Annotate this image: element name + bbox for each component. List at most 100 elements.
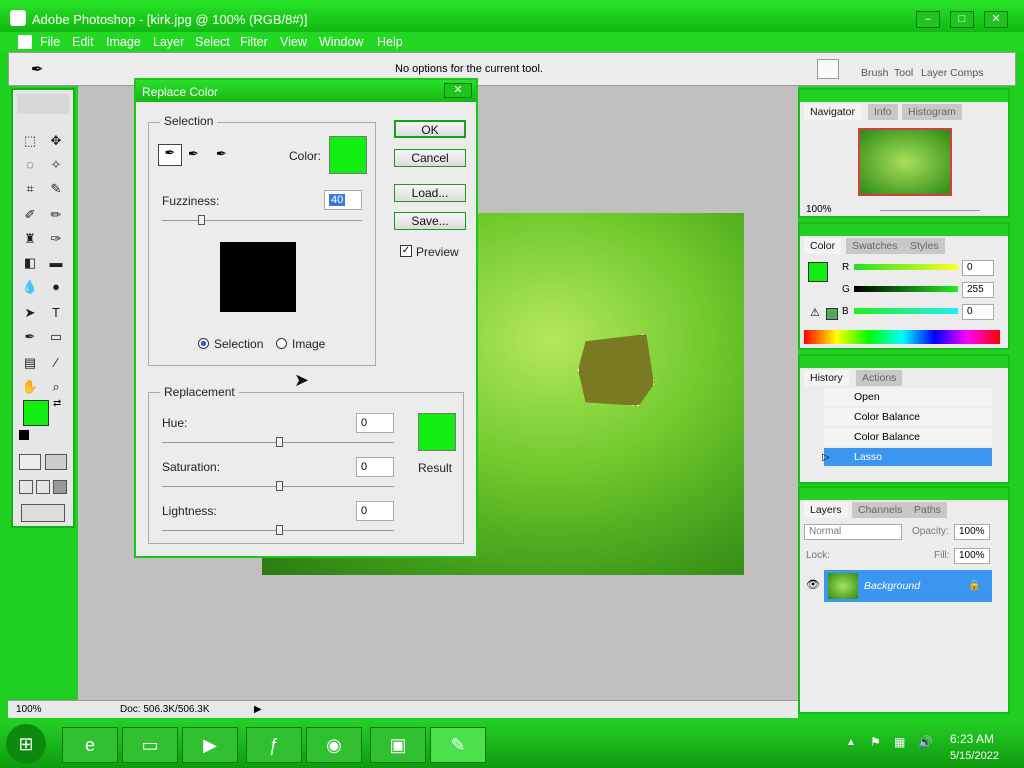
screen-mode-full-menu-icon[interactable] [36,480,50,494]
standard-mode-icon[interactable] [19,454,41,470]
move-tool-icon[interactable]: ✥ [45,130,67,152]
color-r-input[interactable]: 0 [962,260,994,276]
tab-navigator[interactable]: Navigator [804,104,861,120]
menu-filter[interactable]: Filter [240,35,268,49]
zoom-tool-icon[interactable]: ⌕ [45,376,67,398]
path-select-icon[interactable]: ➤ [19,302,41,324]
tab-swatches[interactable]: Swatches [846,238,904,254]
marquee-tool-icon[interactable]: ⬚ [19,130,41,152]
computer-taskbar-icon[interactable]: ▣ [370,727,426,763]
tab-layers[interactable]: Layers [804,502,848,518]
menu-view[interactable]: View [280,35,307,49]
fuzziness-slider-knob[interactable] [198,215,205,225]
slice-tool-icon[interactable]: ✎ [45,178,67,200]
imageready-jump-icon[interactable] [21,504,65,522]
navigator-zoom[interactable]: 100% [806,204,832,215]
navigator-thumbnail[interactable] [858,128,952,196]
type-tool-icon[interactable]: T [45,302,67,324]
stamp-tool-icon[interactable]: ♜ [19,228,41,250]
menu-layer[interactable]: Layer [153,35,184,49]
maximize-button[interactable]: □ [950,11,974,28]
lightness-slider-knob[interactable] [276,525,283,535]
blend-mode-select[interactable]: Normal [804,524,902,540]
color-g-input[interactable]: 255 [962,282,994,298]
foreground-color-swatch[interactable] [23,400,49,426]
dialog-close-button[interactable]: ✕ [444,83,472,98]
minimize-button[interactable]: – [916,11,940,28]
eyedropper-plus-icon[interactable]: ✒ [188,146,199,162]
tab-info[interactable]: Info [868,104,898,120]
close-button[interactable]: ✕ [984,11,1008,28]
opacity-input[interactable]: 100% [954,524,990,540]
default-colors-icon[interactable] [19,430,29,440]
menu-help[interactable]: Help [377,35,403,49]
tab-histogram[interactable]: Histogram [902,104,962,120]
ok-button[interactable]: OK [394,120,466,138]
color-b-input[interactable]: 0 [962,304,994,320]
media-player-taskbar-icon[interactable]: ▶ [182,727,238,763]
eye-icon[interactable]: 👁 [806,578,820,591]
status-menu-arrow-icon[interactable]: ▶ [254,704,262,715]
notes-tool-icon[interactable]: ▤ [19,352,41,374]
firefox-taskbar-icon[interactable]: ◉ [306,727,362,763]
menu-file[interactable]: File [40,35,60,49]
brush-tool-icon[interactable]: ✏ [45,204,67,226]
tab-styles[interactable]: Styles [904,238,945,254]
healing-brush-icon[interactable]: ✐ [19,204,41,226]
history-item-active[interactable]: Lasso [824,448,992,466]
preview-checkbox[interactable]: ✓ [400,245,412,257]
history-item[interactable]: Color Balance [824,428,992,446]
navigator-zoom-slider[interactable] [880,210,980,211]
history-item[interactable]: Open [824,388,992,406]
color-r-slider[interactable] [854,264,958,270]
color-g-slider[interactable] [854,286,958,292]
color-fg-swatch[interactable] [808,262,828,282]
tab-channels[interactable]: Channels [852,502,909,518]
photoshop-taskbar-icon[interactable]: ✎ [430,727,486,763]
volume-icon[interactable]: 🔊 [918,735,933,749]
color-swatch[interactable] [329,136,367,174]
eyedropper-icon[interactable]: ✒ [31,60,44,78]
tab-history[interactable]: History [804,370,849,386]
tab-paths[interactable]: Paths [908,502,947,518]
eyedropper-icon[interactable]: ✒ [158,144,182,166]
start-button[interactable]: ⊞ [6,724,46,764]
eraser-tool-icon[interactable]: ◧ [19,252,41,274]
history-item[interactable]: Color Balance [824,408,992,426]
pen-tool-icon[interactable]: ✒ [19,326,41,348]
hand-tool-icon[interactable]: ✋ [19,376,41,398]
tray-up-arrow-icon[interactable]: ▲ [846,737,856,748]
swap-colors-icon[interactable]: ⇄ [53,398,61,409]
action-center-icon[interactable]: ⚑ [870,735,881,749]
menu-image[interactable]: Image [106,35,141,49]
network-icon[interactable]: ▦ [894,735,905,749]
fill-input[interactable]: 100% [954,548,990,564]
palette-brush-tab[interactable]: Brush [861,67,888,79]
clock-date[interactable]: 5/15/2022 [950,750,999,762]
clock-time[interactable]: 6:23 AM [950,732,994,746]
shape-tool-icon[interactable]: ▭ [45,326,67,348]
status-zoom[interactable]: 100% [16,704,42,715]
menu-edit[interactable]: Edit [72,35,94,49]
eyedropper-tool-icon[interactable]: ⁄ [45,352,67,374]
save-button[interactable]: Save... [394,212,466,230]
quickmask-mode-icon[interactable] [45,454,67,470]
eyedropper-minus-icon[interactable]: ✒ [216,146,227,162]
screen-mode-full-icon[interactable] [53,480,67,494]
saturation-input[interactable]: 0 [356,457,394,477]
radio-image[interactable] [276,338,287,349]
ie-taskbar-icon[interactable]: e [62,727,118,763]
flash-taskbar-icon[interactable]: ƒ [246,727,302,763]
load-button[interactable]: Load... [394,184,466,202]
fuzziness-slider-track[interactable] [162,220,362,221]
palette-layercomps-tab[interactable]: Layer Comps [921,67,983,79]
menu-select[interactable]: Select [195,35,230,49]
color-spectrum-bar[interactable] [804,330,1000,344]
explorer-taskbar-icon[interactable]: ▭ [122,727,178,763]
palette-tool-tab[interactable]: Tool [894,67,913,79]
hue-input[interactable]: 0 [356,413,394,433]
cancel-button[interactable]: Cancel [394,149,466,167]
history-brush-icon[interactable]: ✑ [45,228,67,250]
menu-window[interactable]: Window [319,35,363,49]
lasso-tool-icon[interactable]: ◌ [19,154,41,176]
